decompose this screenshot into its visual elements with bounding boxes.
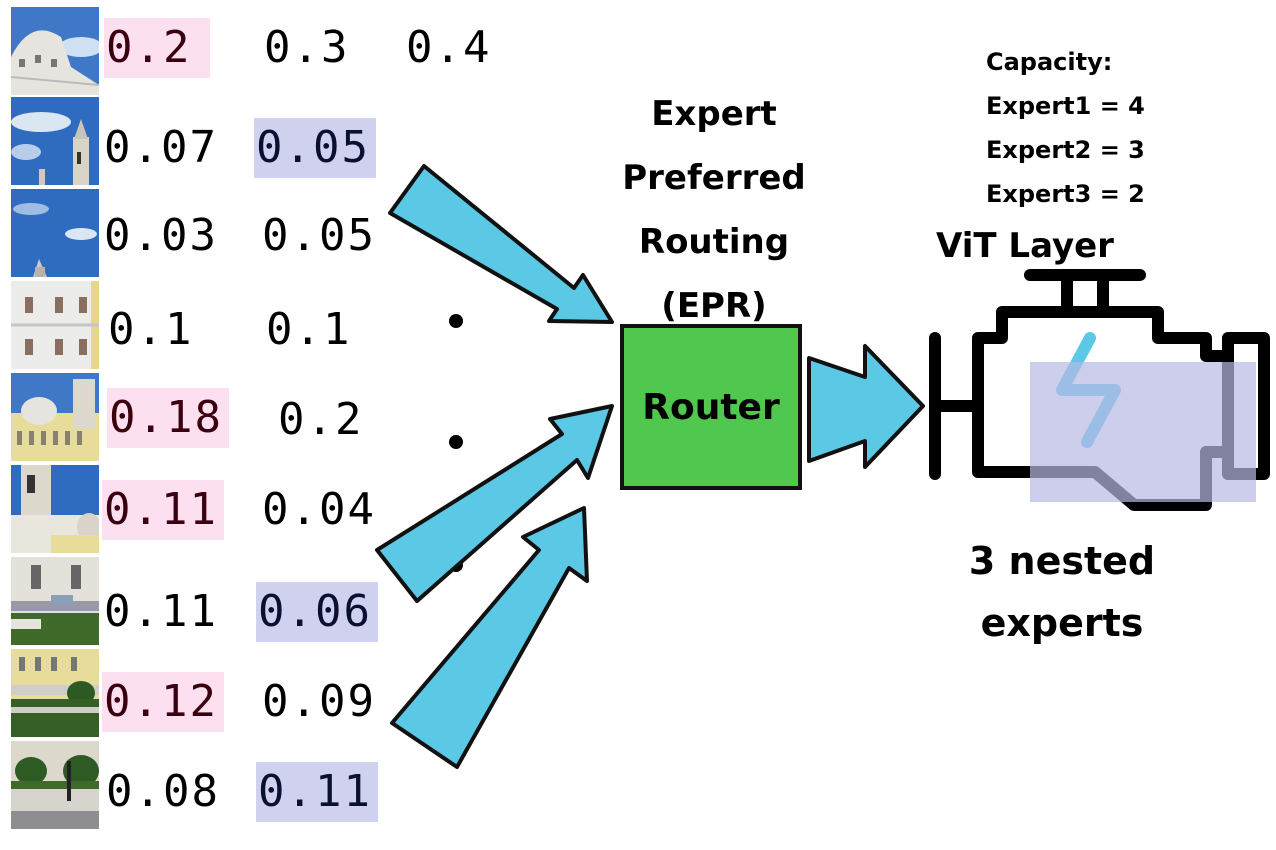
epr-title: Expert Preferred Routing (EPR) xyxy=(604,82,824,338)
capacity-expert-1: Expert1 = 4 xyxy=(986,92,1145,120)
epr-title-line-4: (EPR) xyxy=(661,286,767,326)
epr-title-line-1: Expert xyxy=(651,94,777,134)
nested-experts-line-1: 3 nested xyxy=(968,539,1156,583)
capacity-block: Capacity: Expert1 = 4 Expert2 = 3 Expert… xyxy=(986,40,1145,216)
nested-experts-line-2: experts xyxy=(980,601,1144,645)
router-label: Router xyxy=(642,386,780,428)
arrow-router-to-vit xyxy=(807,344,925,469)
epr-title-line-2: Preferred xyxy=(622,158,806,198)
capacity-expert-3: Expert3 = 2 xyxy=(986,180,1145,208)
vit-layer-label: ViT Layer xyxy=(936,226,1114,266)
epr-title-line-3: Routing xyxy=(638,222,790,262)
arrow-top-to-router xyxy=(388,164,614,324)
nested-expert-overlay xyxy=(1030,362,1256,502)
capacity-expert-2: Expert2 = 3 xyxy=(986,136,1145,164)
capacity-heading: Capacity: xyxy=(986,48,1113,76)
nested-experts-label: 3 nested experts xyxy=(962,530,1162,654)
